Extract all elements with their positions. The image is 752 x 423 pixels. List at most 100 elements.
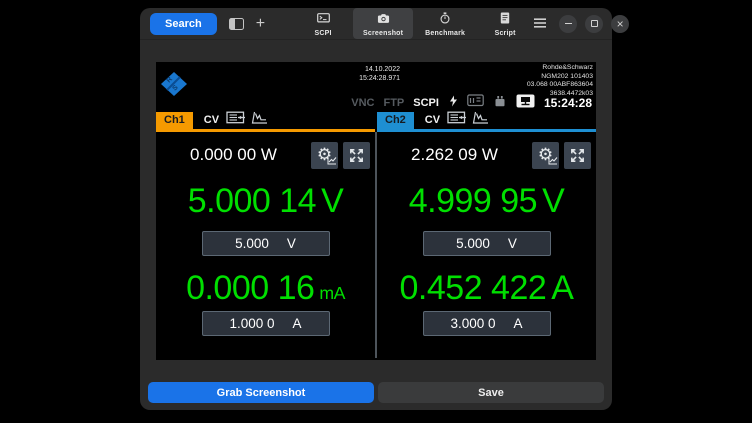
channel-2-power: 2.262 09 W: [382, 145, 527, 165]
channel-divider: [375, 132, 377, 358]
channel-2-current-setpoint[interactable]: 3.000 0A: [423, 311, 551, 336]
new-tab-button[interactable]: +: [256, 18, 265, 30]
rohde-schwarz-logo: RS: [160, 71, 188, 102]
status-clock: 15:24:28: [544, 96, 592, 110]
device-model: NGM202 101403: [527, 73, 593, 82]
lan-icon: [516, 94, 535, 113]
instrument-screenshot: RS 14.10.2022 15:24:28.971 Rohde&Schwarz…: [156, 62, 596, 360]
close-icon: ×: [617, 18, 624, 30]
channel-1-voltage-setpoint[interactable]: 5.000 V: [202, 231, 330, 256]
channel-1-header-icons: [226, 111, 268, 129]
footer-actions: Grab Screenshot Save: [148, 382, 604, 403]
setpoint-value: 1.000 0: [229, 316, 274, 331]
setpoint-unit: A: [293, 316, 302, 331]
tab-script[interactable]: Script: [477, 8, 533, 39]
channel-1-accent-bar: [156, 129, 375, 132]
device-brand: Rohde&Schwarz: [527, 64, 593, 73]
tab-benchmark[interactable]: Benchmark: [415, 8, 475, 39]
expand-icon: [348, 147, 365, 164]
channel-2-current-reading: 0.452 422A: [377, 269, 596, 309]
screen-datetime: 14.10.2022 15:24:28.971: [359, 65, 400, 83]
maximize-button[interactable]: [585, 15, 603, 33]
channel-2-tab[interactable]: Ch2: [377, 112, 414, 129]
tab-scpi[interactable]: SCPI: [295, 8, 351, 39]
channel-1-current-reading: 0.000 16mA: [156, 269, 375, 309]
device-serial: 03.068 00ABF863604: [527, 81, 593, 90]
mini-chart-icon: [548, 153, 558, 168]
channel-1-mode: CV: [204, 114, 219, 126]
voltage-value: 4.999 95: [409, 182, 537, 221]
channel-area: Ch1 CV 0.000 00 W: [156, 111, 596, 360]
minimize-button[interactable]: [559, 15, 577, 33]
current-value: 0.000 16: [186, 269, 314, 308]
voltage-unit: V: [321, 182, 343, 221]
status-scpi: SCPI: [413, 97, 439, 109]
tab-label: SCPI: [314, 30, 331, 37]
setpoint-value: 5.000: [235, 236, 269, 251]
trigger-icon: [467, 94, 484, 112]
status-vnc: VNC: [351, 97, 374, 109]
channel-1-voltage-reading: 5.000 14V: [156, 182, 375, 222]
voltage-value: 5.000 14: [188, 182, 316, 221]
terminal-icon: [317, 11, 330, 29]
current-unit: mA: [319, 283, 345, 304]
current-unit: A: [551, 269, 573, 308]
sidebar-toggle-icon: [229, 18, 244, 30]
screen-date: 14.10.2022: [359, 65, 400, 74]
channel-2-panel: Ch2 CV 2.262 09 W: [377, 111, 596, 360]
minimize-icon: [565, 23, 572, 25]
usb-icon: [493, 94, 507, 112]
setpoint-unit: V: [287, 236, 296, 251]
search-button[interactable]: Search: [150, 13, 217, 35]
maximize-icon: [591, 20, 598, 27]
channel-2-power-row: 2.262 09 W ⚙: [377, 140, 596, 170]
channel-1-power-row: 0.000 00 W ⚙: [156, 140, 375, 170]
status-bar: VNC FTP SCPI 15:24:28: [351, 95, 592, 111]
close-button[interactable]: ×: [611, 15, 629, 33]
channel-2-header[interactable]: Ch2 CV: [377, 111, 596, 129]
titlebar: Search + SCPI Screenshot Benchmark: [140, 8, 612, 40]
lightning-icon: [448, 94, 458, 113]
channel-1-current-setpoint[interactable]: 1.000 0 A: [202, 311, 330, 336]
channel-2-voltage-reading: 4.999 95V: [377, 182, 596, 222]
tab-label: Benchmark: [425, 30, 465, 37]
channel-2-fullscreen-button[interactable]: [564, 142, 591, 169]
sidebar-toggle-button[interactable]: [229, 18, 244, 30]
toolbar-tabs: SCPI Screenshot Benchmark Script: [295, 8, 533, 39]
waveform-icon: [250, 111, 268, 129]
set-levels-icon: [447, 111, 467, 129]
channel-2-header-icons: [447, 111, 489, 129]
channel-1-fullscreen-button[interactable]: [343, 142, 370, 169]
camera-icon: [377, 11, 390, 29]
waveform-icon: [471, 111, 489, 129]
setpoint-value: 5.000: [456, 236, 490, 251]
save-button[interactable]: Save: [378, 382, 604, 403]
stopwatch-icon: [439, 11, 451, 29]
screen-timestamp: 15:24:28.971: [359, 74, 400, 83]
app-window: Search + SCPI Screenshot Benchmark: [140, 8, 612, 410]
voltage-unit: V: [542, 182, 564, 221]
tab-screenshot[interactable]: Screenshot: [353, 8, 413, 39]
current-value: 0.452 422: [400, 269, 547, 308]
status-ftp: FTP: [383, 97, 404, 109]
setpoint-value: 3.000 0: [450, 316, 495, 331]
menu-button[interactable]: [533, 15, 547, 33]
device-info: Rohde&Schwarz NGM202 101403 03.068 00ABF…: [527, 64, 593, 98]
tab-label: Script: [495, 30, 516, 37]
screenshot-pane: RS 14.10.2022 15:24:28.971 Rohde&Schwarz…: [140, 40, 612, 360]
channel-2-settings-button[interactable]: ⚙: [532, 142, 559, 169]
channel-1-header[interactable]: Ch1 CV: [156, 111, 375, 129]
channel-1-panel: Ch1 CV 0.000 00 W: [156, 111, 375, 360]
tab-label: Screenshot: [363, 30, 403, 37]
script-file-icon: [500, 11, 510, 29]
channel-1-tab[interactable]: Ch1: [156, 112, 193, 129]
channel-2-voltage-setpoint[interactable]: 5.000V: [423, 231, 551, 256]
channel-2-mode: CV: [425, 114, 440, 126]
set-levels-icon: [226, 111, 246, 129]
mini-chart-icon: [327, 153, 337, 168]
channel-1-settings-button[interactable]: ⚙: [311, 142, 338, 169]
expand-icon: [569, 147, 586, 164]
grab-screenshot-button[interactable]: Grab Screenshot: [148, 382, 374, 403]
desktop: { "colors": { "accent": "#1a73e8", "ch1"…: [0, 0, 752, 423]
channel-1-power: 0.000 00 W: [161, 145, 306, 165]
